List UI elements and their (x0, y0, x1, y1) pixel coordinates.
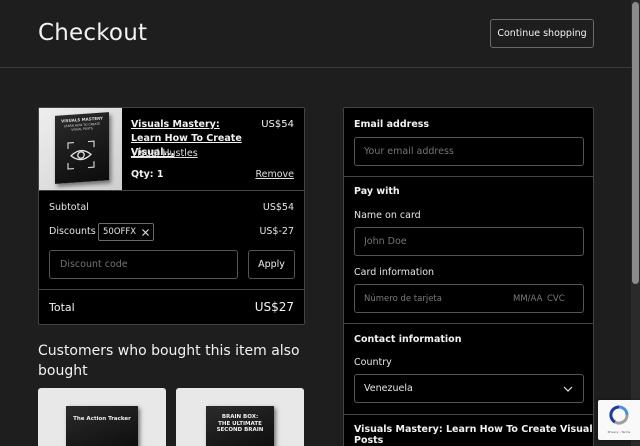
discounts-label: Discounts (49, 226, 96, 237)
product-price: US$54 (261, 119, 294, 130)
pay-with-title: Pay with (354, 186, 400, 197)
email-label: Email address (354, 119, 430, 130)
product-box-subtitle: LEARN HOW TO CREATE VISUAL POSTS (63, 122, 101, 132)
recommendation-product-image: The Action Tracker (66, 406, 138, 446)
close-icon[interactable] (142, 228, 149, 236)
product-box-image: VISUALS MASTERY LEARN HOW TO CREATE VISU… (55, 112, 109, 184)
card-number-placeholder[interactable]: Número de tarjeta (364, 294, 442, 304)
quantity-label: Qty: 1 (131, 169, 164, 180)
discount-code-input[interactable] (49, 250, 238, 279)
divider (39, 190, 304, 191)
country-label: Country (354, 357, 392, 368)
card-cvc-placeholder[interactable]: CVC (547, 294, 565, 304)
discount-code-text: 50OFFX (103, 227, 137, 237)
divider (344, 176, 593, 177)
card-expiry-placeholder[interactable]: MM/AA (513, 294, 542, 304)
total-label: Total (49, 301, 75, 314)
divider (39, 289, 304, 290)
card-information-field[interactable]: Número de tarjeta MM/AA CVC (354, 284, 584, 313)
recommendations-heading: Customers who bought this item also boug… (38, 343, 300, 379)
cart-summary: VISUALS MASTERY LEARN HOW TO CREATE VISU… (38, 107, 305, 325)
country-select-value: Venezuela (364, 383, 413, 394)
scrollbar-thumb[interactable] (632, 2, 639, 284)
page-title: Checkout (38, 20, 148, 46)
product-thumbnail[interactable]: VISUALS MASTERY LEARN HOW TO CREATE VISU… (39, 108, 122, 190)
subtotal-label: Subtotal (49, 202, 89, 213)
contact-information-title: Contact information (354, 334, 462, 345)
recommendation-product-image: BRAIN BOX: THE ULTIMATE SECOND BRAIN (206, 406, 274, 446)
name-on-card-field[interactable] (354, 227, 584, 256)
divider (344, 323, 593, 324)
discount-code-tag: 50OFFX (98, 223, 155, 241)
remove-item-link[interactable]: Remove (255, 169, 294, 180)
recaptcha-badge[interactable]: Privacy - Terms (598, 400, 640, 440)
continue-shopping-button[interactable]: Continue shopping (490, 19, 594, 48)
email-field[interactable] (354, 137, 584, 166)
product-brand-link[interactable]: Visual Hustles (131, 148, 198, 159)
recommendation-card[interactable]: The Action Tracker (38, 388, 166, 446)
subtotal-value: US$54 (262, 202, 294, 213)
scrollbar[interactable] (631, 0, 640, 446)
country-select[interactable]: Venezuela (354, 374, 584, 403)
discount-value: US$-27 (259, 226, 294, 237)
order-item-name: Visuals Mastery: Learn How To Create Vis… (354, 424, 593, 446)
name-on-card-label: Name on card (354, 210, 421, 221)
recaptcha-icon (609, 405, 629, 425)
apply-button[interactable]: Apply (248, 250, 295, 279)
recommendation-title: BRAIN BOX: THE ULTIMATE SECOND BRAIN (216, 414, 264, 434)
card-information-label: Card information (354, 267, 435, 278)
divider (344, 414, 593, 415)
checkout-form: Email address Pay with Name on card Card… (343, 107, 594, 446)
eye-icon (67, 140, 95, 170)
recommendation-card[interactable]: BRAIN BOX: THE ULTIMATE SECOND BRAIN (176, 388, 304, 446)
chevron-down-icon (563, 386, 573, 392)
recaptcha-links[interactable]: Privacy - Terms (600, 430, 638, 434)
header: Checkout Continue shopping (0, 0, 640, 68)
total-value: US$27 (254, 300, 294, 314)
recommendation-title: The Action Tracker (73, 416, 131, 422)
